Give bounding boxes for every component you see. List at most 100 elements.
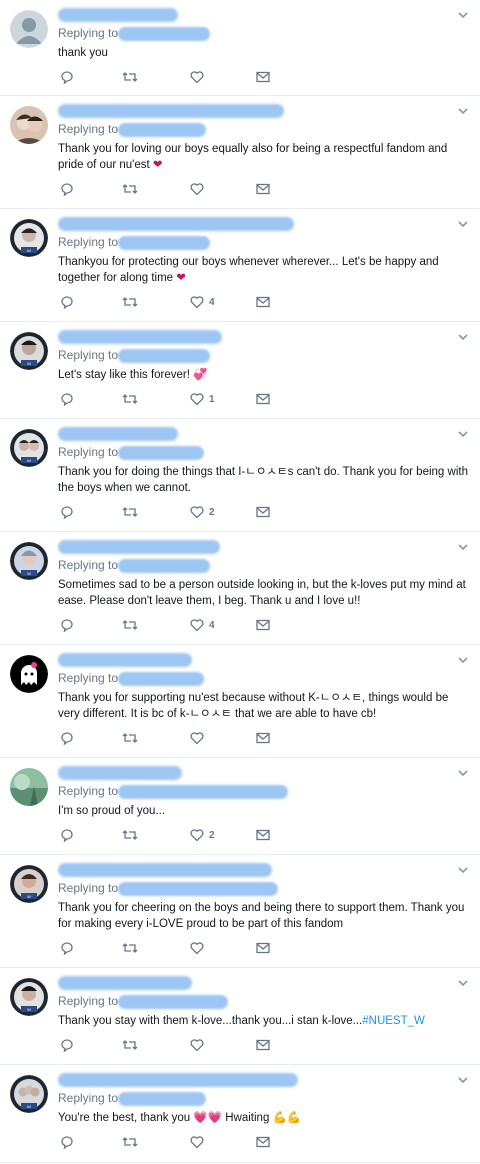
- like-button[interactable]: [190, 1134, 209, 1150]
- reply-button[interactable]: [60, 1037, 74, 1053]
- avatar[interactable]: W: [10, 332, 48, 370]
- retweet-button[interactable]: [122, 294, 138, 310]
- avatar[interactable]: W: [10, 542, 48, 580]
- reply-button[interactable]: [60, 827, 74, 843]
- tweet[interactable]: W Replying to Thank you for cheering on …: [0, 855, 480, 968]
- tweet-text: I'm so proud of you...: [58, 805, 166, 817]
- envelope-icon: [256, 183, 270, 195]
- like-button[interactable]: [190, 69, 209, 85]
- reply-button[interactable]: [60, 940, 74, 956]
- like-button[interactable]: [190, 940, 209, 956]
- dm-button[interactable]: [256, 181, 270, 197]
- like-button[interactable]: 1: [190, 391, 215, 407]
- hashtag-link[interactable]: #NUEST_W: [362, 1015, 425, 1027]
- replying-to: Replying to: [58, 669, 468, 687]
- tweet[interactable]: W Replying to You're the best, thank you…: [0, 1065, 480, 1163]
- retweet-icon: [122, 184, 138, 194]
- replying-to: Replying to: [58, 24, 468, 42]
- reply-icon: [61, 829, 73, 842]
- tweet-text: Thank you for cheering on the boys and b…: [58, 902, 465, 930]
- tweet[interactable]: Replying to Thank you for supporting nu'…: [0, 645, 480, 758]
- redacted-username: [58, 427, 468, 441]
- tweet[interactable]: W Replying to Thankyou for protecting ou…: [0, 209, 480, 322]
- dm-button[interactable]: [256, 827, 270, 843]
- avatar[interactable]: [10, 10, 48, 48]
- redacted-username: [58, 8, 468, 22]
- action-bar: [58, 173, 468, 205]
- replying-to: Replying to: [58, 1089, 468, 1107]
- redacted-mention[interactable]: [118, 672, 204, 686]
- dm-button[interactable]: [256, 730, 270, 746]
- redacted-mention[interactable]: [118, 785, 288, 799]
- heart-icon: [190, 393, 204, 406]
- retweet-button[interactable]: [122, 827, 138, 843]
- replying-to: Replying to: [58, 556, 468, 574]
- redacted-mention[interactable]: [118, 446, 204, 460]
- retweet-button[interactable]: [122, 504, 138, 520]
- redacted-mention[interactable]: [118, 123, 206, 137]
- tweet[interactable]: W Replying to Sometimes sad to be a pers…: [0, 532, 480, 645]
- envelope-icon: [256, 829, 270, 841]
- avatar[interactable]: W: [10, 429, 48, 467]
- tweet[interactable]: W Replying to Thank you stay with them k…: [0, 968, 480, 1065]
- dm-button[interactable]: [256, 504, 270, 520]
- tweet[interactable]: Replying to I'm so proud of you... 2: [0, 758, 480, 855]
- tweet-text: Thank you for loving our boys equally al…: [58, 143, 448, 171]
- redacted-mention[interactable]: [118, 995, 228, 1009]
- reply-button[interactable]: [60, 1134, 74, 1150]
- reply-button[interactable]: [60, 294, 74, 310]
- like-button[interactable]: 2: [190, 827, 215, 843]
- avatar[interactable]: W: [10, 865, 48, 903]
- dm-button[interactable]: [256, 294, 270, 310]
- tweet[interactable]: W Replying to Thank you for doing the th…: [0, 419, 480, 532]
- like-button[interactable]: 4: [190, 617, 215, 633]
- like-button[interactable]: [190, 730, 209, 746]
- avatar[interactable]: [10, 106, 48, 144]
- tweet[interactable]: Replying to Thank you for loving our boy…: [0, 96, 480, 209]
- reply-button[interactable]: [60, 504, 74, 520]
- retweet-button[interactable]: [122, 1134, 138, 1150]
- retweet-button[interactable]: [122, 1037, 138, 1053]
- like-count: 4: [209, 619, 215, 631]
- dm-button[interactable]: [256, 391, 270, 407]
- retweet-button[interactable]: [122, 617, 138, 633]
- redacted-mention[interactable]: [118, 882, 278, 896]
- dm-button[interactable]: [256, 1134, 270, 1150]
- like-button[interactable]: 2: [190, 504, 215, 520]
- reply-button[interactable]: [60, 391, 74, 407]
- dm-button[interactable]: [256, 617, 270, 633]
- avatar[interactable]: [10, 655, 48, 693]
- retweet-button[interactable]: [122, 181, 138, 197]
- dm-button[interactable]: [256, 1037, 270, 1053]
- reply-button[interactable]: [60, 69, 74, 85]
- avatar[interactable]: W: [10, 1075, 48, 1113]
- tweet[interactable]: W Replying to Let's stay like this forev…: [0, 322, 480, 419]
- retweet-button[interactable]: [122, 391, 138, 407]
- avatar[interactable]: W: [10, 219, 48, 257]
- redacted-mention[interactable]: [118, 559, 210, 573]
- reply-button[interactable]: [60, 181, 74, 197]
- redacted-mention[interactable]: [118, 349, 210, 363]
- dm-button[interactable]: [256, 69, 270, 85]
- retweet-button[interactable]: [122, 940, 138, 956]
- redacted-mention[interactable]: [118, 236, 210, 250]
- dm-button[interactable]: [256, 940, 270, 956]
- hearts-emoji: 💗💗: [193, 1112, 223, 1124]
- avatar[interactable]: [10, 768, 48, 806]
- reply-button[interactable]: [60, 617, 74, 633]
- reply-icon: [61, 183, 73, 196]
- redacted-mention[interactable]: [118, 1092, 206, 1106]
- heart-emoji: ❤: [152, 159, 163, 171]
- retweet-button[interactable]: [122, 730, 138, 746]
- like-button[interactable]: 4: [190, 294, 215, 310]
- avatar[interactable]: W: [10, 978, 48, 1016]
- tweet[interactable]: Replying to thank you: [0, 0, 480, 96]
- retweet-icon: [122, 830, 138, 840]
- replying-label: Replying to: [58, 348, 119, 362]
- replying-to: Replying to: [58, 443, 468, 461]
- redacted-mention[interactable]: [118, 27, 210, 41]
- like-button[interactable]: [190, 181, 209, 197]
- retweet-button[interactable]: [122, 69, 138, 85]
- reply-button[interactable]: [60, 730, 74, 746]
- like-button[interactable]: [190, 1037, 209, 1053]
